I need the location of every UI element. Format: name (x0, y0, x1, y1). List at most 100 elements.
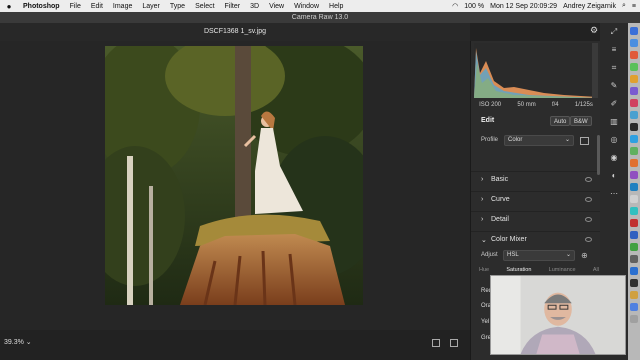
mask-brush-icon[interactable]: ✐ (609, 99, 619, 109)
trash-icon[interactable] (630, 315, 638, 323)
adjust-label: Adjust (481, 252, 498, 258)
menu-type[interactable]: Type (165, 3, 190, 10)
menu-window[interactable]: Window (289, 3, 324, 10)
wifi-icon[interactable]: ◠ (452, 2, 458, 10)
menu-select[interactable]: Select (190, 3, 219, 10)
section-color-mixer-label: Color Mixer (491, 236, 527, 243)
before-after-icon[interactable] (450, 339, 458, 347)
app-icon[interactable] (630, 75, 638, 83)
eye-icon[interactable] (585, 197, 592, 202)
menu-status-area: ◠ 100 % Mon 12 Sep 20:09:29 Andrey Zeiga… (452, 0, 636, 12)
section-curve-label: Curve (491, 196, 510, 203)
more-icon[interactable]: ⋯ (609, 189, 619, 199)
app-icon[interactable] (630, 183, 638, 191)
single-view-icon[interactable] (432, 339, 440, 347)
battery-text[interactable]: 100 % (464, 3, 484, 10)
chevron-right-icon: › (481, 196, 484, 203)
histogram (474, 43, 598, 98)
app-icon[interactable] (630, 303, 638, 311)
chevron-right-icon: › (481, 176, 484, 183)
auto-button[interactable]: Auto (550, 116, 571, 126)
section-color-mixer[interactable]: ⌄ Color Mixer (471, 231, 601, 249)
menu-filter[interactable]: Filter (220, 3, 246, 10)
section-basic[interactable]: › Basic (471, 171, 601, 189)
app-icon[interactable] (630, 195, 638, 203)
section-detail[interactable]: › Detail (471, 211, 601, 229)
histogram-graph (474, 43, 598, 98)
menu-image[interactable]: Image (108, 3, 137, 10)
eye-icon[interactable] (585, 217, 592, 222)
menu-view[interactable]: View (264, 3, 289, 10)
presets-icon[interactable]: ◐ (609, 171, 619, 181)
app-icon[interactable] (630, 267, 638, 275)
exif-aperture: f/4 (551, 102, 559, 108)
gradient-icon[interactable]: ▥ (609, 117, 619, 127)
menu-app-photoshop[interactable]: Photoshop (18, 3, 65, 10)
app-icon[interactable] (630, 51, 638, 59)
app-icon[interactable] (630, 87, 638, 95)
app-icon[interactable] (630, 63, 638, 71)
edit-header: Edit Auto B&W (471, 113, 601, 129)
menu-edit[interactable]: Edit (86, 3, 108, 10)
adjust-value: HSL (507, 252, 519, 258)
app-icon[interactable] (630, 243, 638, 251)
app-icon[interactable] (630, 147, 638, 155)
eye-icon[interactable] (585, 177, 592, 182)
radial-filter-icon[interactable]: ◎ (609, 135, 619, 145)
menu-help[interactable]: Help (324, 3, 348, 10)
photo-preview[interactable] (105, 46, 363, 305)
app-icon[interactable] (630, 231, 638, 239)
tab-hue[interactable]: Hue (479, 267, 489, 279)
window-title: Camera Raw 13.0 (0, 12, 640, 23)
menu-3d[interactable]: 3D (245, 3, 264, 10)
eye-icon[interactable] (585, 237, 592, 242)
bw-button[interactable]: B&W (570, 116, 592, 126)
profile-select[interactable]: Color ⌄ (504, 135, 574, 146)
apple-icon[interactable]: ● (0, 2, 18, 11)
app-icon[interactable] (630, 279, 638, 287)
finder-icon[interactable] (630, 27, 638, 35)
adjust-select[interactable]: HSL ⌄ (503, 250, 575, 261)
app-icon[interactable] (630, 39, 638, 47)
fullscreen-icon[interactable]: ⤢ (609, 27, 619, 37)
sliders-icon[interactable]: ≡ (609, 45, 619, 55)
app-icon[interactable] (630, 219, 638, 227)
webcam-overlay (490, 275, 626, 355)
target-adjust-icon[interactable]: ⊕ (581, 251, 588, 260)
app-icon[interactable] (630, 207, 638, 215)
profile-row: Profile Color ⌄ (471, 134, 601, 148)
menu-bar: ● Photoshop File Edit Image Layer Type S… (0, 0, 640, 12)
clock-text[interactable]: Mon 12 Sep 20:09:29 (490, 3, 557, 10)
app-icon[interactable] (630, 99, 638, 107)
redeye-icon[interactable]: ◉ (609, 153, 619, 163)
menu-layer[interactable]: Layer (137, 3, 165, 10)
chevron-right-icon: › (481, 216, 484, 223)
healing-brush-icon[interactable]: ✎ (609, 81, 619, 91)
app-icon[interactable] (630, 111, 638, 119)
app-icon[interactable] (630, 159, 638, 167)
adjust-row: Adjust HSL ⌄ ⊕ (471, 249, 601, 263)
zoom-value: 39.3% (4, 339, 24, 346)
gear-icon[interactable]: ⚙ (590, 25, 600, 37)
search-icon[interactable]: ⌕ (622, 2, 626, 10)
zoom-level[interactable]: 39.3% ⌄ (4, 338, 32, 346)
control-center-icon[interactable]: ≡ (632, 3, 636, 10)
app-icon[interactable] (630, 255, 638, 263)
presenter-video (491, 276, 625, 354)
dock (628, 23, 640, 360)
image-canvas[interactable] (0, 41, 470, 330)
app-icon[interactable] (630, 171, 638, 179)
app-icon[interactable] (630, 291, 638, 299)
chevron-down-icon: ⌄ (565, 252, 571, 258)
user-name[interactable]: Andrey Zeigarnik (563, 3, 616, 10)
exif-info: ISO 200 50 mm f/4 1/125s (471, 99, 601, 111)
exif-shutter: 1/125s (574, 102, 593, 108)
crop-icon[interactable]: ⌗ (609, 63, 619, 73)
app-icon[interactable] (630, 135, 638, 143)
edit-title: Edit (481, 117, 495, 124)
section-curve[interactable]: › Curve (471, 191, 601, 209)
menu-file[interactable]: File (65, 3, 86, 10)
section-detail-label: Detail (491, 216, 509, 223)
profile-browser-icon[interactable] (580, 137, 589, 145)
app-icon[interactable] (630, 123, 638, 131)
